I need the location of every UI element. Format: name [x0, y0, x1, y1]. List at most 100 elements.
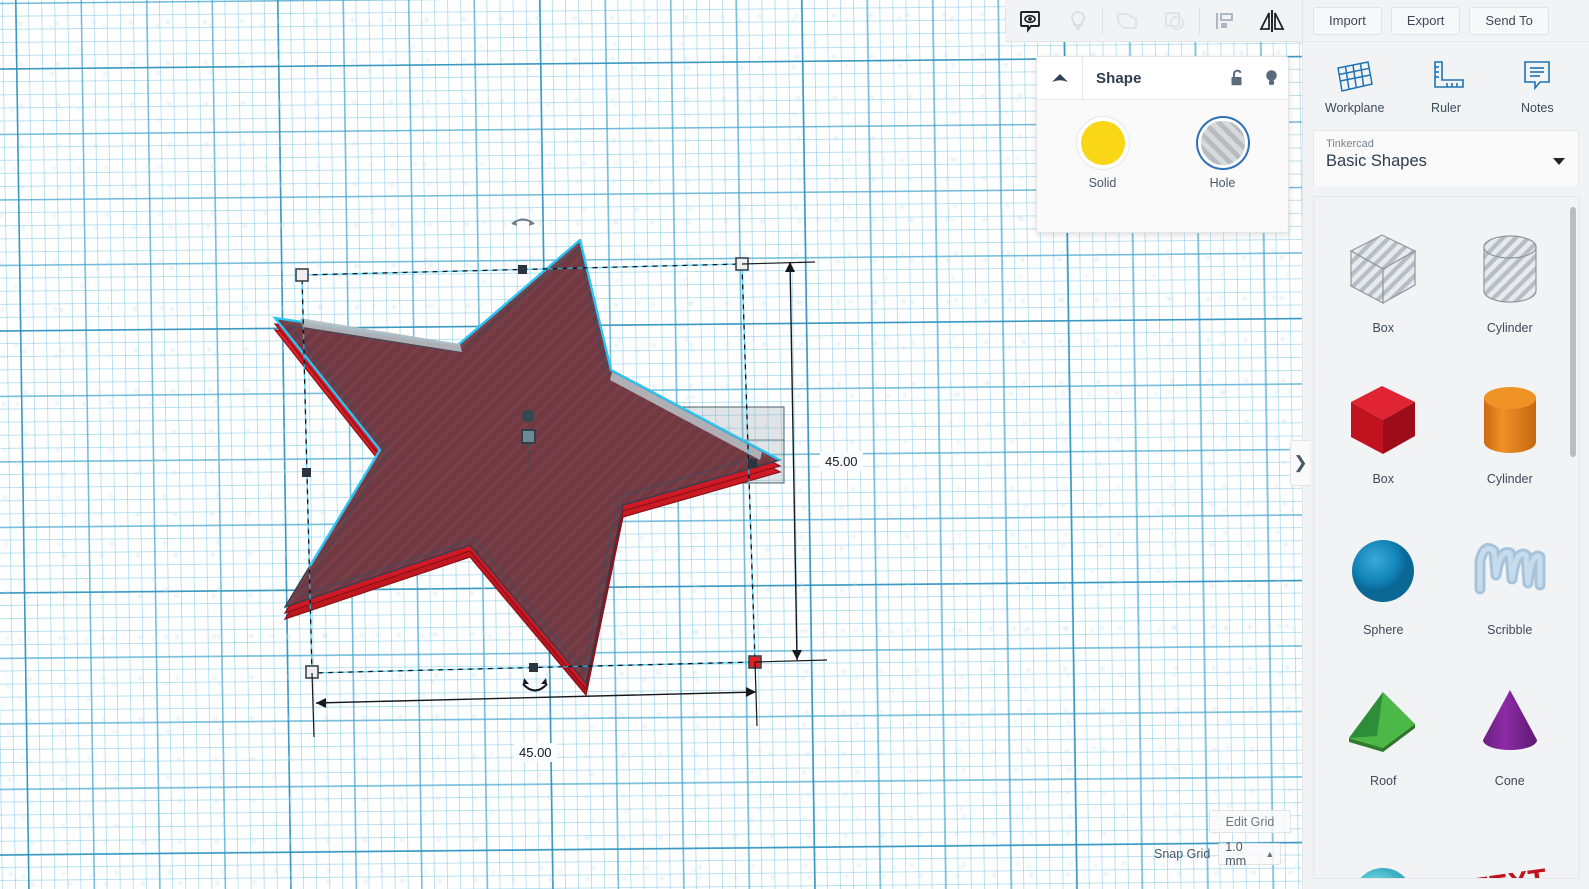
chevron-down-icon [1553, 158, 1565, 165]
shape-item-label: Box [1372, 321, 1395, 335]
shape-library-list[interactable]: Box Cylinder Box Cylinder Sphere Scribbl… [1313, 196, 1580, 879]
panel-collapse-button[interactable] [1037, 56, 1083, 100]
edge-handle-right[interactable] [748, 459, 757, 468]
shape-item-label: Roof [1370, 774, 1397, 788]
shape-item-label: Cone [1494, 774, 1525, 788]
visibility-icon-button[interactable] [1006, 0, 1054, 42]
shape-item-roof[interactable]: Roof [1320, 664, 1447, 815]
ungroup-icon-button[interactable] [1151, 0, 1199, 42]
depth-dimension-label[interactable]: 45.00 [820, 452, 863, 471]
align-icon-button[interactable] [1200, 0, 1248, 42]
tinkercad-editor: 45.00 45.00 Shape Solid Hole Edit Grid S… [0, 0, 1589, 889]
caret-up-icon: ▲ [1265, 849, 1275, 859]
sidebar-collapse-handle[interactable]: ❯ [1290, 440, 1310, 486]
width-dimension-line [311, 661, 758, 738]
import-button[interactable]: Import [1313, 6, 1382, 35]
ruler-tool[interactable]: Ruler [1400, 46, 1491, 126]
hole-swatch-label: Hole [1209, 176, 1236, 190]
rotate-handle-bottom[interactable] [522, 678, 548, 692]
group-icon [1117, 12, 1137, 29]
workplane-icon [1336, 60, 1373, 92]
sidebar-tool-row: Workplane Ruler Notes [1303, 42, 1589, 130]
snap-grid-select[interactable]: 1.0 mm ▲ [1218, 840, 1282, 868]
shape-library-select[interactable]: Tinkercad Basic Shapes [1313, 130, 1579, 186]
halfsphere-thumbnail [1333, 827, 1433, 878]
star-solid[interactable] [272, 238, 782, 697]
shape-item-cone[interactable]: Cone [1447, 664, 1574, 815]
snap-grid-label: Snap Grid [1154, 847, 1211, 861]
ruler-tool-label: Ruler [1431, 100, 1461, 115]
notes-tool-label: Notes [1520, 100, 1554, 115]
shape-item-box-red[interactable]: Box [1320, 362, 1447, 513]
height-handle[interactable] [521, 409, 535, 423]
ungroup-icon [1165, 11, 1185, 30]
export-button[interactable]: Export [1390, 6, 1461, 35]
mirror-icon-button[interactable] [1248, 0, 1296, 42]
shape-properties-panel: Shape Solid Hole [1036, 56, 1289, 233]
sphere-thumbnail [1333, 525, 1433, 621]
unlock-icon-button[interactable] [1220, 57, 1254, 100]
workplane-tool-label: Workplane [1324, 100, 1385, 115]
box-hole-thumbnail [1333, 223, 1433, 319]
notes-icon [1524, 60, 1551, 90]
shape-item-label: Sphere [1363, 623, 1404, 637]
triangle-up-icon [1051, 74, 1068, 82]
shape-item-box-hole[interactable]: Box [1320, 211, 1447, 362]
shape-list-scrollbar[interactable] [1570, 207, 1576, 457]
cylinder-orange-thumbnail [1460, 374, 1560, 470]
notes-tool[interactable]: Notes [1492, 46, 1583, 126]
visibility-icon [1020, 10, 1040, 33]
shape-panel-header: Shape [1037, 56, 1288, 100]
shape-item-label: Scribble [1487, 623, 1533, 637]
shape-panel-body: Solid Hole [1037, 100, 1288, 233]
width-dimension-label[interactable]: 45.00 [514, 743, 557, 762]
edge-handle-top[interactable] [518, 265, 527, 274]
hole-swatch-button[interactable]: Hole [1188, 121, 1258, 190]
roof-thumbnail [1333, 676, 1433, 772]
library-name-label: Basic Shapes [1326, 152, 1427, 170]
shape-item-sphere[interactable]: Sphere [1320, 513, 1447, 664]
rotate-handle-top[interactable] [511, 218, 535, 227]
workplane-tool[interactable]: Workplane [1309, 46, 1400, 126]
svg-text:TEXT: TEXT [1468, 863, 1549, 879]
snap-grid-value: 1.0 mm [1225, 840, 1247, 868]
shape-panel-title: Shape [1096, 69, 1142, 87]
shape-item-text[interactable]: TEXT [1447, 815, 1574, 879]
lightbulb-icon-button[interactable] [1054, 0, 1102, 42]
scale-handle-top-left[interactable] [295, 268, 309, 282]
align-icon [1216, 12, 1233, 29]
text-thumbnail: TEXT [1460, 827, 1560, 879]
shape-item-label: Cylinder [1486, 321, 1533, 335]
solid-color-swatch [1080, 121, 1125, 165]
shape-item-cylinder-hole[interactable]: Cylinder [1447, 211, 1574, 362]
edit-grid-button[interactable]: Edit Grid [1209, 810, 1291, 833]
shape-item-label: Cylinder [1486, 472, 1533, 486]
group-icon-button[interactable] [1103, 0, 1151, 42]
shape-library-grid: Box Cylinder Box Cylinder Sphere Scribbl… [1314, 197, 1579, 879]
scribble-thumbnail [1460, 525, 1560, 621]
hole-color-swatch [1200, 121, 1245, 165]
solid-swatch-label: Solid [1088, 176, 1117, 190]
workplane-canvas[interactable]: 45.00 45.00 Shape Solid Hole Edit Grid S… [0, 0, 1302, 889]
sidebar-action-bar: Import Export Send To [1303, 0, 1589, 42]
ruler-icon [1434, 60, 1464, 88]
box-red-thumbnail [1333, 374, 1433, 470]
shape-item-cylinder-orange[interactable]: Cylinder [1447, 362, 1574, 513]
cylinder-hole-thumbnail [1460, 223, 1560, 319]
shape-item-label: Box [1372, 472, 1395, 486]
lightbulb-icon [1071, 10, 1085, 30]
shape-item-scribble[interactable]: Scribble [1447, 513, 1574, 664]
chevron-right-icon: ❯ [1293, 453, 1308, 472]
solid-swatch-button[interactable]: Solid [1068, 121, 1138, 190]
lightbulb-icon-button[interactable] [1254, 57, 1288, 100]
edge-handle-left[interactable] [302, 468, 311, 477]
mirror-icon [1259, 9, 1285, 32]
edge-handle-bottom[interactable] [529, 663, 538, 672]
lightbulb-icon [1265, 70, 1277, 85]
send-to-button[interactable]: Send To [1469, 6, 1549, 35]
library-provider-label: Tinkercad [1326, 138, 1374, 150]
shape-item-halfsphere[interactable] [1320, 815, 1447, 878]
right-sidebar: Import Export Send To Workplane Ruler No… [1302, 0, 1589, 889]
cone-thumbnail [1460, 676, 1560, 772]
canvas-toolbar [1005, 0, 1302, 42]
